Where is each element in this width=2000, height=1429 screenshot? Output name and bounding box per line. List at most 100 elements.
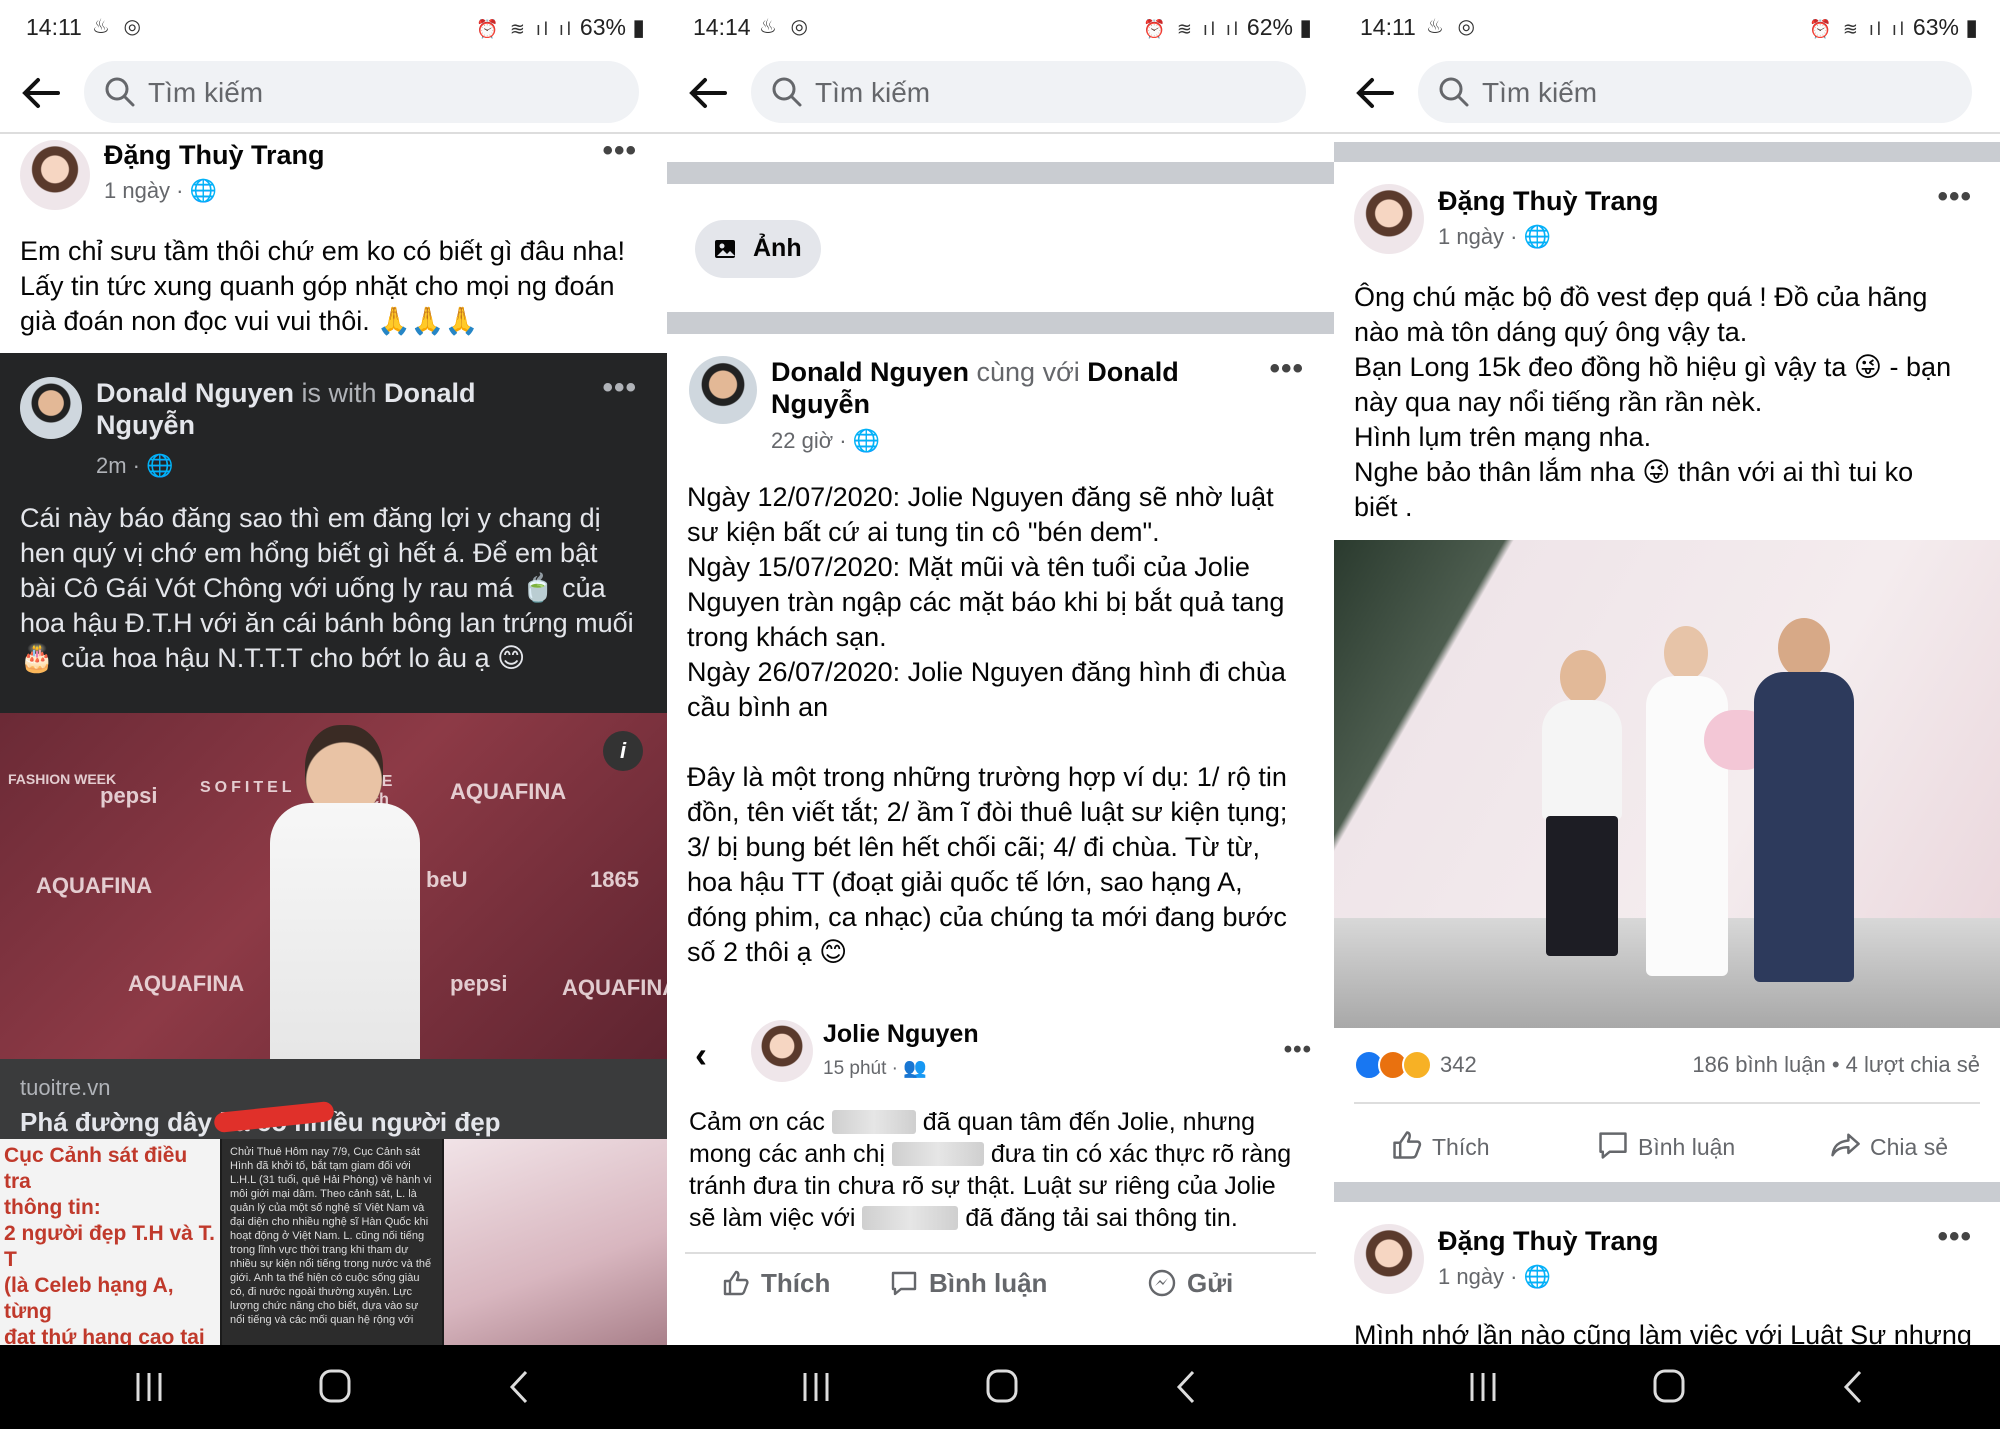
more-options-icon[interactable]: ••• xyxy=(1284,1036,1312,1064)
avatar[interactable] xyxy=(1354,184,1424,254)
more-options-icon[interactable]: ••• xyxy=(1937,1220,1972,1254)
person-head xyxy=(1664,626,1708,680)
inner-author[interactable]: Jolie Nguyen xyxy=(823,1020,979,1049)
collage-selfie xyxy=(444,1139,667,1345)
globe-icon: 🌐 xyxy=(189,178,218,203)
avatar[interactable] xyxy=(20,140,90,210)
search-input[interactable]: Tìm kiếm xyxy=(751,61,1306,123)
link-domain: tuoitre.vn xyxy=(20,1075,111,1100)
like-icon xyxy=(1393,1131,1422,1159)
photo-filter-button[interactable]: Ảnh xyxy=(695,220,821,278)
post-author[interactable]: Donald Nguyen xyxy=(771,357,969,387)
back-arrow-icon[interactable] xyxy=(1352,70,1398,116)
send-button[interactable]: Gửi xyxy=(1147,1268,1233,1299)
more-options-icon[interactable]: ••• xyxy=(1937,180,1972,214)
shared-author[interactable]: Donald Nguyen xyxy=(96,378,294,408)
brand-text: AQUAFINA xyxy=(450,779,567,804)
link-preview[interactable]: tuoitre.vn Phá đường dây bá có nhiều ngư… xyxy=(0,1059,667,1139)
share-button[interactable]: Chia sẻ xyxy=(1828,1128,1948,1162)
inner-text-part: đưa tin có xác thực rõ ràng xyxy=(983,1140,1292,1168)
status-bar: 14:14 ♨ ◎ ⏰ ≋ ıl ıl 62% ▮ xyxy=(667,0,1334,52)
avatar[interactable] xyxy=(689,356,757,424)
inner-line: mong các anh chị đưa tin có xác thực rõ … xyxy=(689,1138,1329,1170)
more-options-icon[interactable]: ••• xyxy=(1269,352,1304,386)
avatar[interactable] xyxy=(1354,1224,1424,1294)
post-photo[interactable] xyxy=(1334,540,2000,1028)
chevron-left-icon[interactable]: ‹ xyxy=(695,1034,707,1076)
like-button[interactable]: Thích xyxy=(721,1268,830,1299)
post-time-text: 1 ngày · xyxy=(1438,1264,1524,1289)
back-arrow-icon[interactable] xyxy=(18,70,64,116)
recent-apps-icon[interactable] xyxy=(791,1365,841,1409)
inner-line: Cảm ơn các đã quan tâm đến Jolie, nhưng xyxy=(689,1106,1329,1138)
photo-collage[interactable]: Cục Cảnh sát điều tra thông tin: 2 người… xyxy=(0,1139,667,1345)
globe-icon: 🌐 xyxy=(852,428,881,453)
blurred-text xyxy=(891,1142,984,1166)
post-author[interactable]: Đặng Thuỳ Trang xyxy=(104,140,325,171)
more-options-icon[interactable]: ••• xyxy=(602,371,637,405)
top-search-bar: Tìm kiếm xyxy=(0,52,667,134)
collage-article: Chửi Thuê Hôm nay 7/9, Cục Cảnh sát Hình… xyxy=(222,1139,442,1345)
post-text: Ngày 12/07/2020: Jolie Nguyen đăng sẽ nh… xyxy=(687,482,1288,967)
post-time: 1 ngày · 🌐 xyxy=(1438,1264,1551,1290)
section-divider xyxy=(667,312,1334,334)
inner-post: ‹ Jolie Nguyen 15 phút · 👥 ••• Cảm ơn cá… xyxy=(685,1000,1316,1240)
avatar[interactable] xyxy=(751,1020,813,1082)
reaction-summary[interactable]: 342 xyxy=(1354,1050,1477,1080)
post-author[interactable]: Đặng Thuỳ Trang xyxy=(1438,1226,1659,1257)
comment-share-stats[interactable]: 186 bình luận • 4 lượt chia sẻ xyxy=(1692,1052,1980,1078)
top-search-bar: Tìm kiếm xyxy=(667,52,1334,134)
status-bar: 14:11 ♨ ◎ ⏰ ≋ ıl ıl 63% ▮ xyxy=(0,0,667,52)
back-icon[interactable] xyxy=(1163,1365,1213,1409)
search-icon xyxy=(772,77,802,107)
shared-author-line: Donald Nguyen is with Donald Nguyễn xyxy=(96,377,476,441)
screenshot-panel-3: 14:11 ♨ ◎ ⏰ ≋ ıl ıl 63% ▮ Tìm kiếm Đặng T… xyxy=(1334,0,2000,1429)
status-right: ⏰ ≋ ıl ıl 63% ▮ xyxy=(1809,14,1978,41)
post-author[interactable]: Đặng Thuỳ Trang xyxy=(1438,186,1659,217)
home-icon[interactable] xyxy=(1644,1365,1694,1409)
back-icon[interactable] xyxy=(1830,1365,1880,1409)
blurred-text xyxy=(831,1110,916,1134)
post-time-text: 22 giờ · xyxy=(771,428,853,453)
post-time: 1 ngày · 🌐 xyxy=(1438,224,1551,250)
share-label: Chia sẻ xyxy=(1870,1134,1948,1160)
inner-text: Cảm ơn các đã quan tâm đến Jolie, nhưng … xyxy=(689,1106,1329,1234)
with-word: cùng với xyxy=(969,357,1088,387)
system-nav-bar xyxy=(0,1345,667,1429)
blurred-text xyxy=(862,1206,959,1230)
signal-wifi-icons: ⏰ ≋ ıl ıl xyxy=(1143,19,1241,39)
top-search-bar: Tìm kiếm xyxy=(1334,52,2000,134)
comment-button[interactable]: Bình luận xyxy=(1596,1128,1735,1162)
shared-photo[interactable]: FASHION WEEK pepsi SOFITEL iMAGE Coach A… xyxy=(0,713,667,1059)
comment-button[interactable]: Bình luận xyxy=(889,1268,1047,1299)
photo-filter-label: Ảnh xyxy=(753,234,802,262)
info-icon[interactable]: i xyxy=(603,731,643,771)
photo-icon xyxy=(715,240,735,258)
like-button[interactable]: Thích xyxy=(1390,1128,1490,1162)
home-icon[interactable] xyxy=(977,1365,1027,1409)
search-input[interactable]: Tìm kiếm xyxy=(84,61,639,123)
more-options-icon[interactable]: ••• xyxy=(602,134,637,168)
recent-apps-icon[interactable] xyxy=(124,1365,174,1409)
shared-time: 2m · 🌐 xyxy=(96,453,174,479)
battery-level: 62% xyxy=(1246,14,1293,40)
brand-text: 1865 xyxy=(590,867,639,892)
home-icon[interactable] xyxy=(310,1365,360,1409)
recent-apps-icon[interactable] xyxy=(1458,1365,1508,1409)
back-icon[interactable] xyxy=(496,1365,546,1409)
shared-post-text: Cái này báo đăng sao thì em đăng lợi y c… xyxy=(20,503,634,673)
comment-label: Bình luận xyxy=(1638,1134,1736,1160)
search-placeholder: Tìm kiếm xyxy=(1482,77,1598,108)
shared-screenshot[interactable]: ‹ Jolie Nguyen 15 phút · 👥 ••• Cảm ơn cá… xyxy=(685,1000,1316,1345)
section-divider xyxy=(1334,1182,2000,1202)
search-input[interactable]: Tìm kiếm xyxy=(1418,61,1972,123)
battery-level: 63% xyxy=(1912,14,1959,40)
back-arrow-icon[interactable] xyxy=(685,70,731,116)
screenshot-panel-1: 14:11 ♨ ◎ ⏰ ≋ ıl ıl 63% ▮ Tìm kiếm Đặng T… xyxy=(0,0,667,1429)
avatar[interactable] xyxy=(20,377,82,439)
person-head xyxy=(1560,650,1606,704)
person-suit xyxy=(270,803,420,1059)
person-trousers xyxy=(1546,816,1618,956)
status-time: 14:11 xyxy=(26,14,82,40)
battery-icon: ▮ xyxy=(625,14,645,40)
